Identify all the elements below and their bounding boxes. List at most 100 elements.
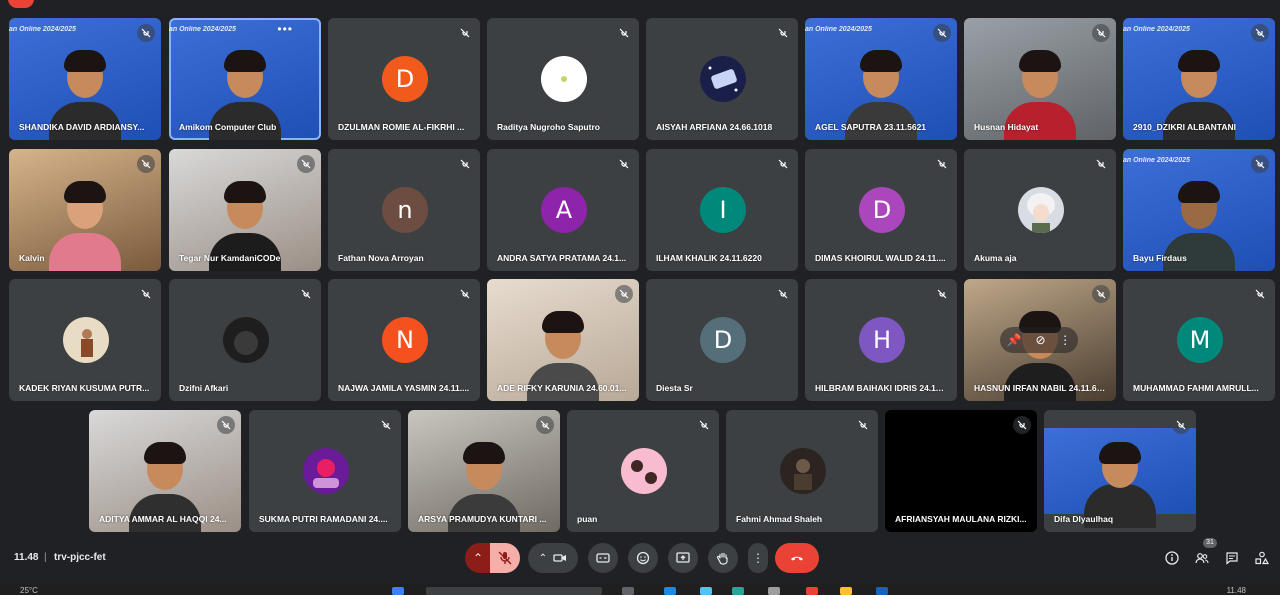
participant-avatar: A [541,187,587,233]
app-icon[interactable] [876,587,888,595]
weather-widget[interactable]: 25°C [20,586,38,595]
mic-off-icon [1251,285,1269,303]
more-options-icon[interactable]: ••• [277,22,293,36]
app-icon[interactable] [700,587,712,595]
more-vert-icon: ⋮ [752,551,764,565]
pin-icon[interactable]: 📌 [1007,333,1022,347]
mic-off-icon [1092,155,1110,173]
app-icon[interactable] [768,587,780,595]
start-icon[interactable] [392,587,404,595]
participant-name: HILBRAM BAIHAKI IDRIS 24.11.... [815,383,947,393]
participant-tile[interactable]: ARSYA PRAMUDYA KUNTARI ... [408,410,560,532]
task-view-icon[interactable] [622,587,634,595]
app-icon[interactable] [732,587,744,595]
event-banner: an Online 2024/2025 [9,26,76,33]
participant-tile[interactable]: n Fathan Nova Arroyan [328,149,480,271]
participant-avatar [303,448,349,494]
mic-off-icon [498,551,512,565]
mic-off-icon [774,24,792,42]
browser-icon[interactable] [806,587,818,595]
camera-toggle-button[interactable]: ⌃ [528,543,578,573]
participant-tile[interactable]: M MUHAMMAD FAHMI AMRULL... [1123,279,1275,401]
participant-name: Kalvin [19,253,45,263]
mic-off-icon [615,285,633,303]
file-explorer-icon[interactable] [840,587,852,595]
participant-tile[interactable]: AFRIANSYAH MAULANA RIZKI... [885,410,1037,532]
taskbar-search-box[interactable] [426,587,602,595]
participant-name: NAJWA JAMILA YASMIN 24.11.... [338,383,470,393]
activities-icon [1255,551,1269,565]
participant-tile[interactable]: Difa Dlyaulhaq [1044,410,1196,532]
participant-avatar: n [382,187,428,233]
people-count-badge: 31 [1203,538,1217,548]
event-banner: an Online 2024/2025 [1123,157,1190,164]
participant-tile[interactable]: Dzifni Afkari [169,279,321,401]
mic-off-icon [456,285,474,303]
participant-tile[interactable]: an Online 2024/2025 ••• Amikom Computer … [169,18,321,140]
participant-tile[interactable]: Akuma aja [964,149,1116,271]
grid-row-1: an Online 2024/2025 SHANDIKA DAVID ARDIA… [0,18,1280,140]
participant-tile[interactable]: D Diesta Sr [646,279,798,401]
participant-tile[interactable]: H HILBRAM BAIHAKI IDRIS 24.11.... [805,279,957,401]
participant-tile[interactable]: D DIMAS KHOIRUL WALID 24.11.... [805,149,957,271]
participant-name: KADEK RIYAN KUSUMA PUTR... [19,383,150,393]
taskbar-clock[interactable]: 11.48 [1227,586,1246,595]
mic-off-icon[interactable]: ⊘ [1035,333,1045,347]
participant-video [1044,428,1196,528]
reactions-button[interactable] [628,543,658,573]
participant-tile[interactable]: an Online 2024/2025 SHANDIKA DAVID ARDIA… [9,18,161,140]
participant-name: Bayu Firdaus [1133,253,1187,263]
mic-off-icon [774,155,792,173]
participant-avatar [700,56,746,102]
mic-off-icon [695,416,713,434]
app-icon[interactable] [664,587,676,595]
participant-tile[interactable]: puan [567,410,719,532]
mic-off-icon [137,155,155,173]
participant-name: Amikom Computer Club [179,122,277,132]
participant-tile[interactable]: KADEK RIYAN KUSUMA PUTR... [9,279,161,401]
tile-hover-controls: 📌 ⊘ ⋮ [1000,327,1078,353]
chat-button[interactable] [1224,550,1240,566]
participant-tile[interactable]: A ANDRA SATYA PRATAMA 24.1... [487,149,639,271]
event-banner: an Online 2024/2025 [805,26,872,33]
participant-tile[interactable]: AISYAH ARFIANA 24.66.1018 [646,18,798,140]
participant-tile[interactable]: Kalvin [9,149,161,271]
activities-button[interactable] [1254,550,1270,566]
participant-tile[interactable]: an Online 2024/2025 Bayu Firdaus [1123,149,1275,271]
chat-icon [1226,552,1238,565]
closed-captions-icon [596,553,610,563]
participant-avatar: N [382,317,428,363]
divider: | [44,552,47,563]
participant-name: Tegar Nur KamdaniCODe [179,253,281,263]
participant-tile[interactable]: 📌 ⊘ ⋮ HASNUN IRFAN NABIL 24.11.61... [964,279,1116,401]
more-options-button[interactable]: ⋮ [748,543,768,573]
meeting-code: trv-pjcc-fet [54,552,106,563]
captions-button[interactable] [588,543,618,573]
present-screen-icon [676,552,690,563]
participant-name: ILHAM KHALIK 24.11.6220 [656,253,762,263]
participant-avatar [63,317,109,363]
participant-name: AISYAH ARFIANA 24.66.1018 [656,122,773,132]
present-screen-button[interactable] [668,543,698,573]
participant-tile[interactable]: Husnan Hidayat [964,18,1116,140]
participant-tile[interactable]: Fahmi Ahmad Shaleh [726,410,878,532]
participant-tile[interactable]: Raditya Nugroho Saputro [487,18,639,140]
raise-hand-button[interactable] [708,543,738,573]
participant-tile[interactable]: an Online 2024/2025 AGEL SAPUTRA 23.11.5… [805,18,957,140]
participant-tile[interactable]: ADE RIFKY KARUNIA 24.60.01... [487,279,639,401]
mic-toggle-button[interactable] [490,543,520,573]
meeting-details-button[interactable] [1164,550,1180,566]
participant-tile[interactable]: ADITYA AMMAR AL HAQQI 24... [89,410,241,532]
leave-call-button[interactable] [775,543,819,573]
participant-tile[interactable]: Tegar Nur KamdaniCODe [169,149,321,271]
participant-name: SHANDIKA DAVID ARDIANSY... [19,122,145,132]
mic-options-button[interactable]: ⌃ [465,543,491,573]
more-options-icon[interactable]: ⋮ [1059,333,1071,347]
participant-tile[interactable]: N NAJWA JAMILA YASMIN 24.11.... [328,279,480,401]
people-button[interactable] [1194,550,1210,566]
participant-tile[interactable]: an Online 2024/2025 2910_DZIKRI ALBANTAN… [1123,18,1275,140]
participant-tile[interactable]: SUKMA PUTRI RAMADANI 24.... [249,410,401,532]
participant-tile[interactable]: I ILHAM KHALIK 24.11.6220 [646,149,798,271]
participant-tile[interactable]: D DZULMAN ROMIE AL-FIKRHI ... [328,18,480,140]
meeting-time: 11.48 [14,552,39,563]
